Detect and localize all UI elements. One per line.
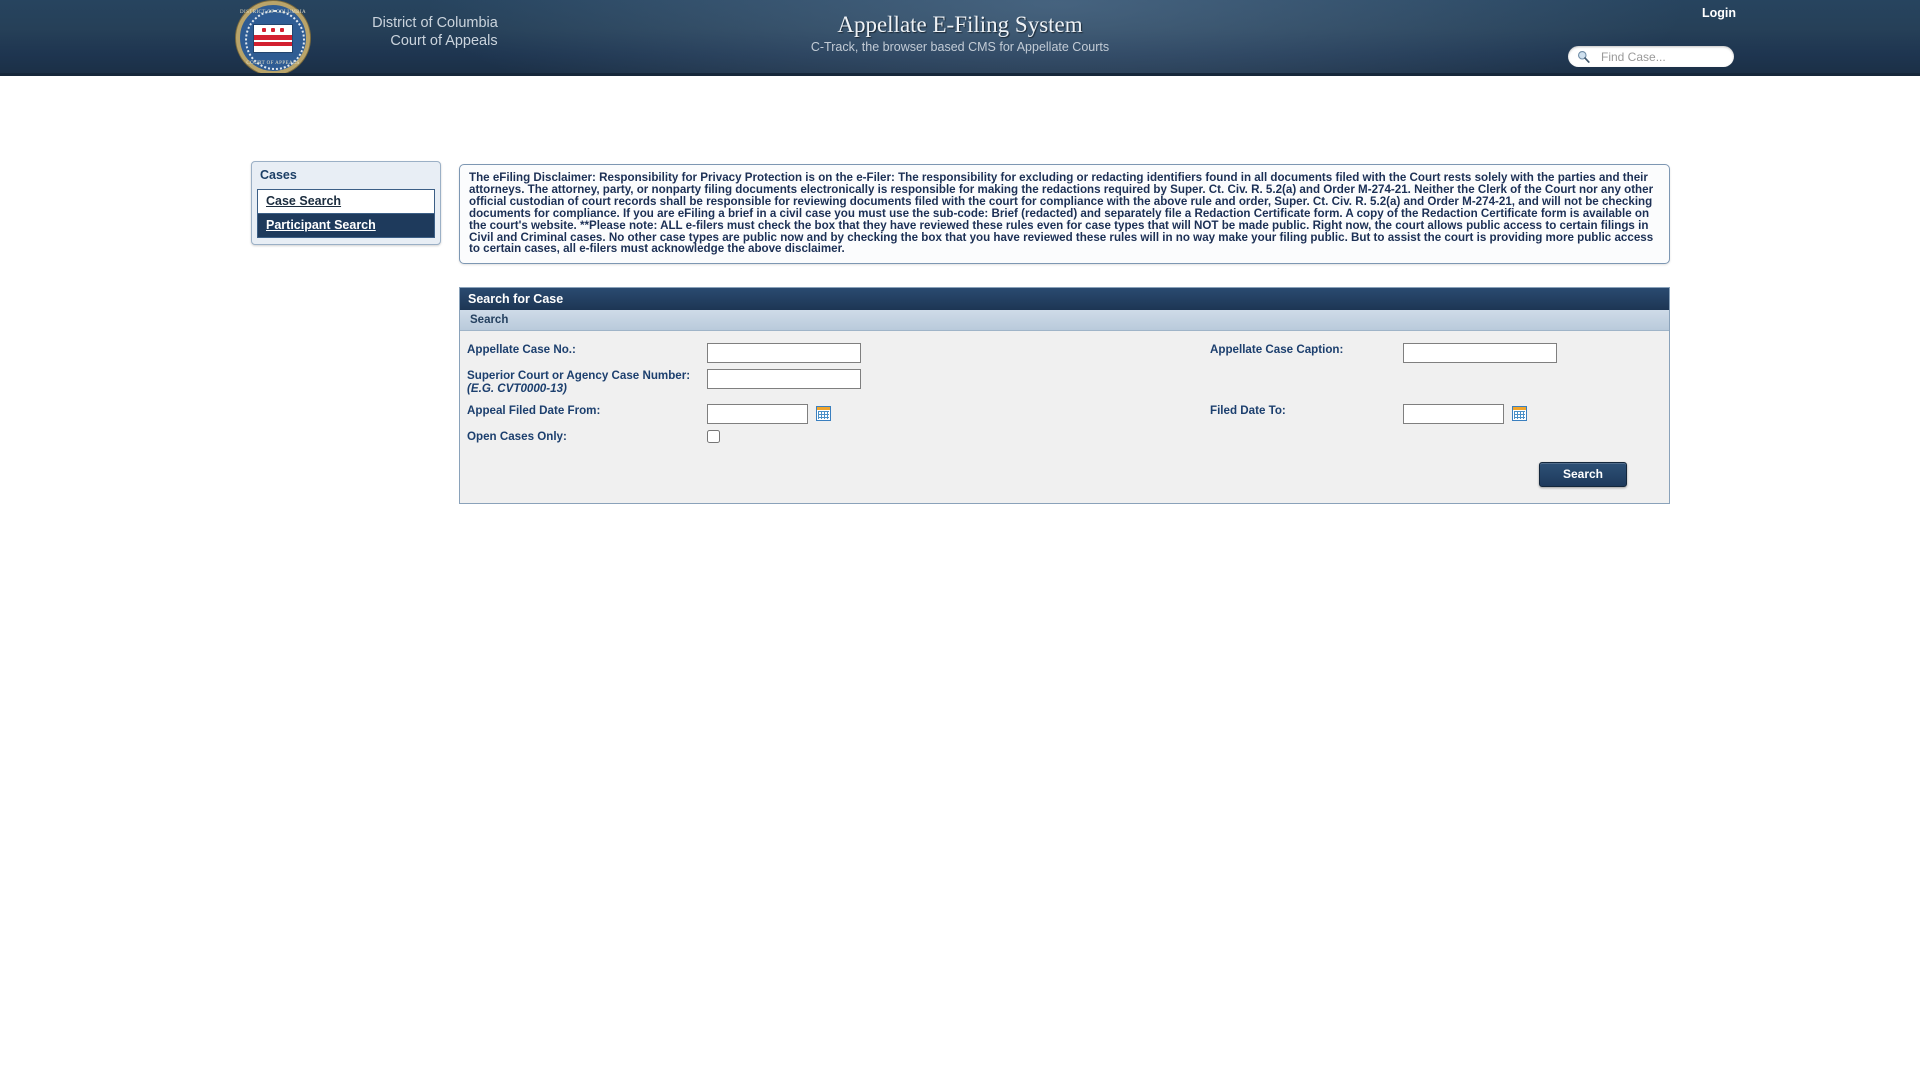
appellate-case-caption-label: Appellate Case Caption: bbox=[1210, 343, 1344, 357]
search-button[interactable]: Search bbox=[1539, 462, 1627, 488]
empty-cell bbox=[1203, 369, 1403, 395]
superior-court-case-number-input[interactable] bbox=[707, 369, 861, 390]
label-cell: Filed Date To: bbox=[1203, 404, 1403, 424]
search-icon bbox=[1573, 50, 1593, 63]
label-cell: Superior Court or Agency Case Number: (E… bbox=[460, 369, 707, 395]
empty-cell bbox=[1403, 369, 1669, 395]
label-cell: Open Cases Only: bbox=[460, 430, 707, 448]
calendar-icon-grid bbox=[818, 411, 830, 420]
cases-sidebar: Cases Case Search Participant Search bbox=[251, 161, 441, 245]
sidebar-title: Cases bbox=[260, 168, 297, 182]
login-link[interactable]: Login bbox=[1702, 6, 1736, 20]
form-row-superior-court: Superior Court or Agency Case Number: (E… bbox=[460, 369, 1669, 395]
calendar-icon[interactable] bbox=[1512, 406, 1528, 422]
search-form-table: Appellate Case No.: Appellate Case Capti… bbox=[460, 343, 1669, 448]
flag-bar bbox=[254, 41, 292, 46]
disclaimer-text: The eFiling Disclaimer: Responsibility f… bbox=[469, 171, 1654, 256]
find-case-search-box[interactable] bbox=[1568, 46, 1734, 67]
superior-court-case-number-label-text: Superior Court or Agency Case Number: bbox=[467, 369, 691, 383]
field-cell bbox=[707, 404, 1203, 425]
site-header: DISTRICT OF COLUMBIA COURT OF APPEALS Di… bbox=[0, 0, 1920, 76]
calendar-icon-header bbox=[817, 407, 831, 411]
filed-date-to-input[interactable] bbox=[1403, 404, 1504, 425]
calendar-icon[interactable] bbox=[816, 406, 832, 422]
empty-cell bbox=[1203, 430, 1403, 448]
seal-text-top: DISTRICT OF COLUMBIA bbox=[240, 10, 306, 15]
empty-cell bbox=[1403, 430, 1669, 448]
search-button-row: Search bbox=[460, 448, 1669, 491]
sidebar-menu: Case Search Participant Search bbox=[257, 189, 435, 238]
panel-subtitle: Search bbox=[460, 310, 1669, 332]
form-row-dates: Appeal Filed Date From: Filed Date To: bbox=[460, 404, 1669, 425]
sidebar-item-case-search[interactable]: Case Search bbox=[257, 189, 435, 213]
superior-court-case-number-hint: (E.G. CVT0000-13) bbox=[467, 382, 567, 396]
main-column: The eFiling Disclaimer: Responsibility f… bbox=[459, 164, 1670, 505]
row-spacer bbox=[460, 395, 1669, 404]
open-cases-only-checkbox[interactable] bbox=[707, 430, 720, 444]
appellate-case-no-label: Appellate Case No.: bbox=[467, 343, 576, 357]
filed-date-to-label: Filed Date To: bbox=[1210, 404, 1286, 418]
superior-court-case-number-label: Superior Court or Agency Case Number: (E… bbox=[460, 369, 707, 395]
form-row-case-no: Appellate Case No.: Appellate Case Capti… bbox=[460, 343, 1669, 364]
panel-title: Search for Case bbox=[460, 288, 1669, 311]
appellate-case-no-input[interactable] bbox=[707, 343, 861, 364]
appeal-filed-date-from-input[interactable] bbox=[707, 404, 808, 425]
field-cell bbox=[1403, 343, 1669, 364]
flag-stars bbox=[262, 28, 284, 32]
calendar-icon-header bbox=[1513, 407, 1527, 411]
appeal-filed-date-from-label: Appeal Filed Date From: bbox=[467, 404, 601, 418]
field-cell bbox=[707, 430, 1203, 448]
flag-star bbox=[271, 28, 275, 32]
label-cell: Appellate Case Caption: bbox=[1203, 343, 1403, 363]
label-cell: Appellate Case No.: bbox=[460, 343, 707, 363]
efiling-disclaimer: The eFiling Disclaimer: Responsibility f… bbox=[459, 164, 1670, 265]
flag-bar bbox=[254, 35, 292, 40]
dc-flag-icon bbox=[254, 24, 292, 52]
calendar-icon-grid bbox=[1514, 411, 1526, 420]
search-for-case-panel: Search for Case Search Appellate Case No… bbox=[459, 287, 1670, 505]
flag-star bbox=[280, 28, 284, 32]
seal-text-bottom: COURT OF APPEALS bbox=[246, 61, 300, 66]
flag-star bbox=[262, 28, 266, 32]
open-cases-only-label: Open Cases Only: bbox=[467, 430, 567, 444]
sidebar-item-participant-search[interactable]: Participant Search bbox=[257, 213, 435, 238]
page-content: Cases Case Search Participant Search The… bbox=[0, 76, 1920, 1080]
form-row-open-cases: Open Cases Only: bbox=[460, 430, 1669, 448]
field-cell bbox=[707, 343, 1203, 364]
label-cell: Appeal Filed Date From: bbox=[460, 404, 707, 424]
field-cell bbox=[707, 369, 1203, 395]
find-case-input[interactable] bbox=[1601, 49, 1729, 64]
search-form: Appellate Case No.: Appellate Case Capti… bbox=[460, 331, 1669, 504]
appellate-case-caption-input[interactable] bbox=[1403, 343, 1557, 364]
field-cell bbox=[1403, 404, 1669, 425]
